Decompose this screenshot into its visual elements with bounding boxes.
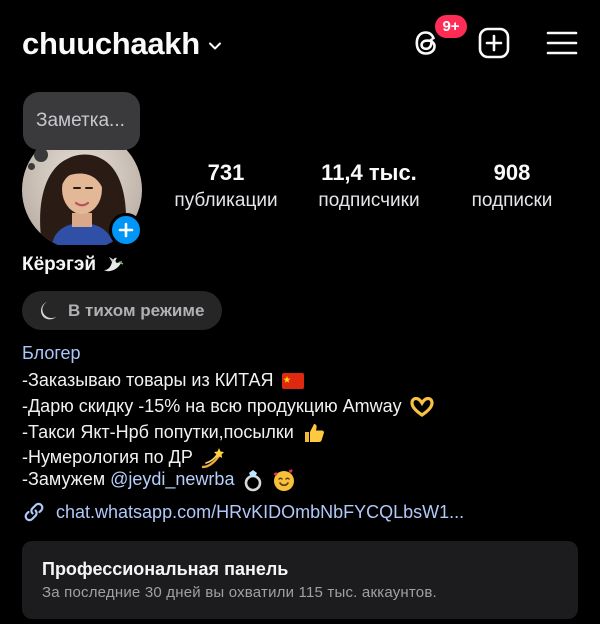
bio-text: -Нумерология по ДР bbox=[22, 447, 193, 467]
moon-icon bbox=[41, 301, 57, 319]
bio-line: -Замужем @jeydi_newrba bbox=[22, 468, 296, 492]
menu-icon[interactable] bbox=[545, 26, 579, 60]
bio-text: -Заказываю товары из КИТАЯ bbox=[22, 370, 274, 390]
stat-posts[interactable]: 731 публикации bbox=[168, 160, 284, 214]
bio-text: -Такси Якт-Нрб попутки,посылки bbox=[22, 422, 294, 442]
stat-value: 908 bbox=[493, 160, 531, 185]
mention-link[interactable]: @jeydi_newrba bbox=[110, 469, 234, 489]
top-bar: chuuchaakh 9+ bbox=[0, 0, 600, 90]
display-name-row: Кёрэгэй bbox=[22, 254, 124, 276]
bio-text: -Замужем bbox=[22, 469, 106, 489]
stat-following[interactable]: 908 подписки bbox=[460, 160, 564, 214]
notification-badge: 9+ bbox=[433, 13, 469, 40]
link-url: chat.whatsapp.com/HRvKIDOmbNbFYCQLbsW1..… bbox=[56, 501, 465, 522]
bio-line: -Дарю скидку -15% на всю продукцию Amway bbox=[22, 395, 434, 418]
external-link[interactable]: chat.whatsapp.com/HRvKIDOmbNbFYCQLbsW1..… bbox=[22, 500, 464, 524]
bio-line: -Заказываю товары из КИТАЯ bbox=[22, 369, 304, 391]
chevron-down-icon bbox=[208, 42, 221, 50]
account-switcher[interactable]: chuuchaakh bbox=[22, 26, 222, 62]
quiet-mode-label: В тихом режиме bbox=[68, 300, 205, 320]
link-icon bbox=[24, 502, 44, 522]
smiling-face-with-hearts-icon bbox=[274, 469, 295, 492]
display-name: Кёрэгэй bbox=[22, 254, 97, 275]
stat-label: подписки bbox=[471, 190, 553, 211]
bio-line: -Нумерология по ДР bbox=[22, 446, 225, 469]
bio-line: -Такси Якт-Нрб попутки,посылки bbox=[22, 421, 326, 445]
dashboard-subtitle: За последние 30 дней вы охватили 115 тыс… bbox=[42, 584, 437, 601]
add-story-button[interactable] bbox=[109, 213, 143, 247]
stat-label: публикации bbox=[174, 190, 278, 211]
stat-followers[interactable]: 11,4 тыс. подписчики bbox=[310, 160, 428, 214]
note-tail bbox=[28, 163, 35, 170]
dizzy-star-icon bbox=[201, 448, 224, 469]
note-tail bbox=[34, 148, 48, 162]
quiet-mode-pill[interactable]: В тихом режиме bbox=[22, 291, 222, 330]
dove-icon bbox=[104, 257, 124, 272]
professional-dashboard[interactable]: Профессиональная панель За последние 30 … bbox=[22, 541, 578, 619]
bio-text: -Дарю скидку -15% на всю продукцию Amway bbox=[22, 396, 402, 416]
note-bubble[interactable]: Заметка... bbox=[23, 92, 140, 150]
add-post-icon[interactable] bbox=[477, 26, 511, 60]
thumbs-up-icon bbox=[304, 424, 324, 443]
stat-value: 11,4 тыс. bbox=[321, 160, 417, 185]
china-flag-icon bbox=[281, 373, 304, 390]
username: chuuchaakh bbox=[22, 26, 200, 61]
ring-icon bbox=[245, 470, 262, 492]
profile-category: Блогер bbox=[22, 343, 81, 363]
stat-value: 731 bbox=[207, 160, 245, 185]
stat-label: подписчики bbox=[318, 190, 420, 211]
plus-icon bbox=[118, 222, 134, 238]
dashboard-title: Профессиональная панель bbox=[42, 559, 289, 579]
heart-hands-icon bbox=[410, 397, 434, 418]
